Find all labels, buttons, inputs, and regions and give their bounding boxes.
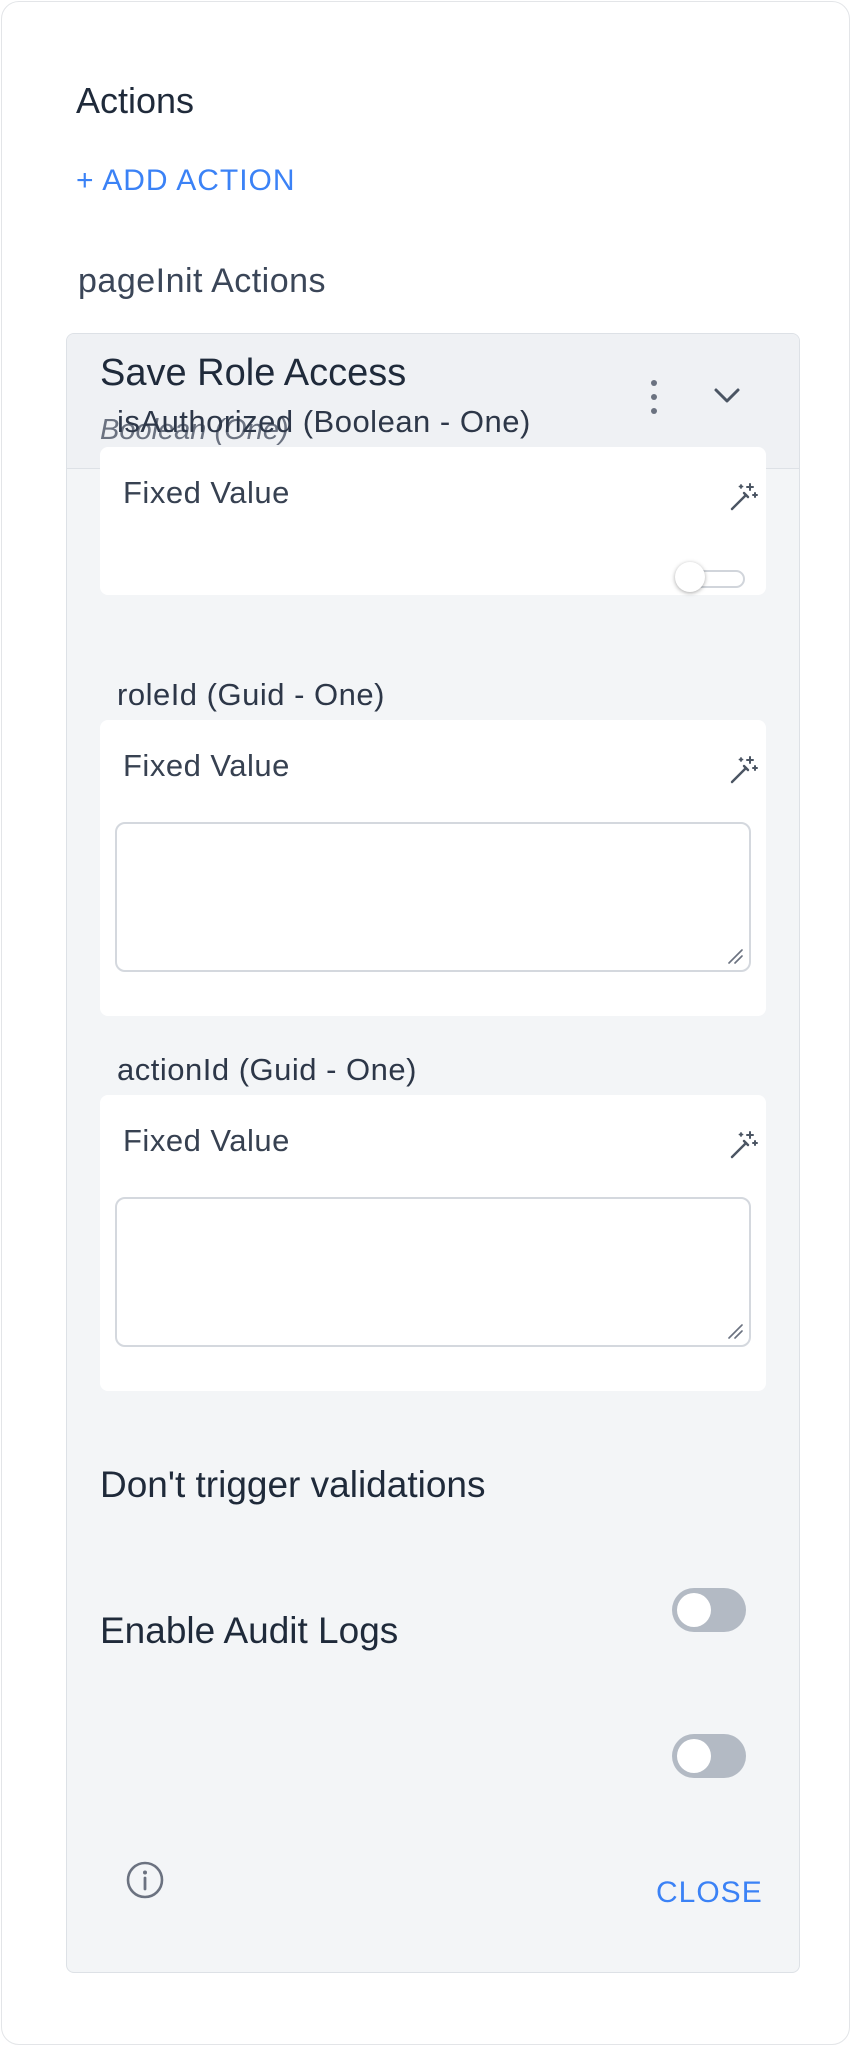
actionid-input[interactable] xyxy=(115,1197,751,1347)
param-label-isauthorized: isAuthorized (Boolean - One) xyxy=(117,404,531,439)
action-card: Save Role Access Boolean (One) isAuthori… xyxy=(66,333,800,1973)
dont-trigger-validations-toggle[interactable] xyxy=(672,1588,746,1632)
fixed-value-label: Fixed Value xyxy=(123,475,290,510)
enable-audit-logs-toggle[interactable] xyxy=(672,1734,746,1778)
add-action-button[interactable]: + ADD ACTION xyxy=(76,164,296,198)
resize-handle-icon[interactable] xyxy=(725,1321,743,1339)
panel-title: Actions xyxy=(76,80,195,121)
fixed-value-label: Fixed Value xyxy=(123,748,290,783)
fixed-value-label: Fixed Value xyxy=(123,1123,290,1158)
chevron-down-icon[interactable] xyxy=(707,376,747,416)
kebab-menu-icon[interactable] xyxy=(647,380,661,424)
enable-audit-logs-label: Enable Audit Logs xyxy=(100,1610,399,1651)
action-title: Save Role Access xyxy=(100,352,407,394)
magic-wand-icon[interactable] xyxy=(728,481,760,513)
roleid-input[interactable] xyxy=(115,822,751,972)
dont-trigger-validations-label: Don't trigger validations xyxy=(100,1464,486,1505)
magic-wand-icon[interactable] xyxy=(728,1129,760,1161)
resize-handle-icon[interactable] xyxy=(725,946,743,964)
close-button[interactable]: CLOSE xyxy=(656,1876,763,1910)
param-box-actionid: Fixed Value xyxy=(100,1095,766,1391)
info-icon[interactable] xyxy=(125,1860,165,1900)
param-label-actionid: actionId (Guid - One) xyxy=(117,1052,417,1087)
param-box-roleid: Fixed Value xyxy=(100,720,766,1016)
isauthorized-toggle[interactable] xyxy=(675,562,747,592)
section-title: pageInit Actions xyxy=(78,262,327,300)
param-label-roleid: roleId (Guid - One) xyxy=(117,677,385,712)
param-box-isauthorized: Fixed Value xyxy=(100,447,766,595)
magic-wand-icon[interactable] xyxy=(728,754,760,786)
